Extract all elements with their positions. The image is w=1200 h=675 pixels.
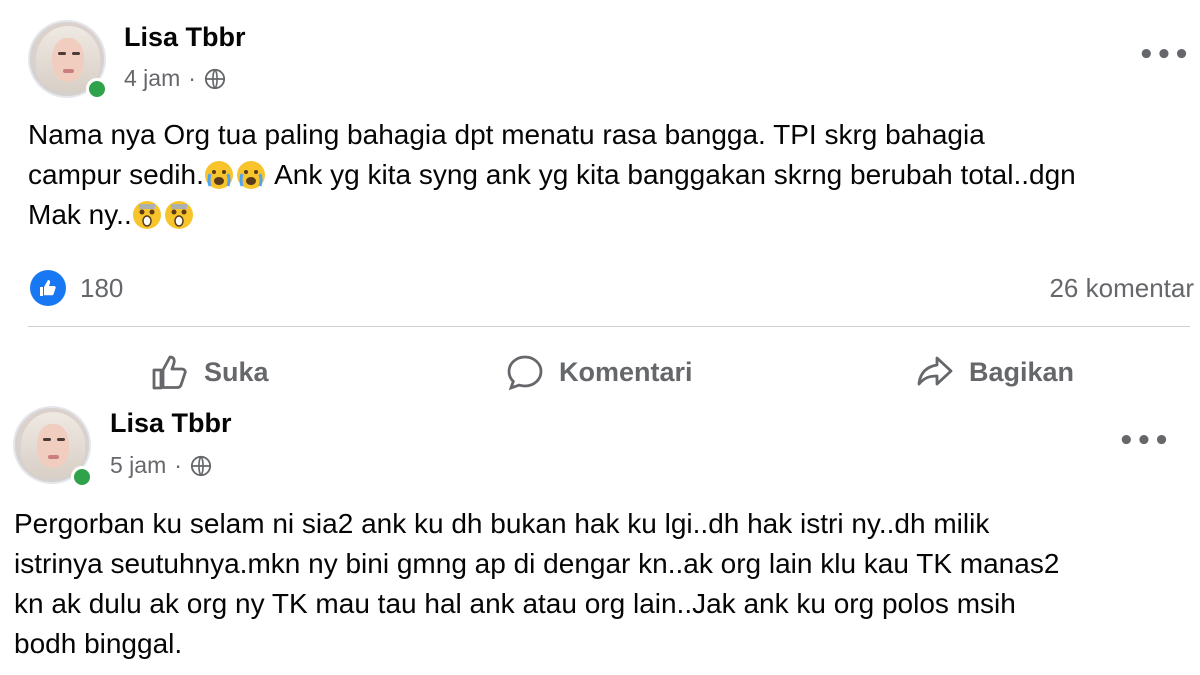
crying-face-icon [236,161,265,189]
post-line: campur sedih. Ank yg kita syng ank yg ki… [28,159,1076,190]
post-body: Pergorban ku selam ni sia2 ank ku dh buk… [14,504,1059,664]
like-count[interactable]: 180 [80,270,123,306]
fearful-face-icon [132,201,161,229]
more-options-button[interactable]: ••• [1138,40,1191,70]
post-line: kn ak dulu ak org ny TK mau tau hal ank … [14,588,1016,619]
post-line: bodh binggal. [14,628,183,659]
comment-button[interactable]: Komentari [505,352,693,392]
share-button[interactable]: Bagikan [915,352,1074,392]
like-button[interactable]: Suka [150,352,269,392]
fearful-face-icon [164,201,193,229]
post-1: Lisa Tbbr 4 jam · ••• Nama nya Org tua p… [0,0,1200,398]
globe-icon [204,68,226,89]
online-status-indicator [86,78,108,100]
post-body: Nama nya Org tua paling bahagia dpt mena… [28,115,1076,235]
author-name[interactable]: Lisa Tbbr [110,408,232,439]
thumbs-up-icon [152,355,187,390]
share-label: Bagikan [969,356,1075,387]
like-reaction-icon[interactable] [30,270,66,306]
like-label: Suka [204,356,269,387]
crying-face-icon [204,161,233,189]
post-meta: 5 jam · [110,452,212,479]
post-time[interactable]: 5 jam [110,452,166,479]
comment-label: Komentari [559,356,693,387]
post-line: Pergorban ku selam ni sia2 ank ku dh buk… [14,508,990,539]
author-name[interactable]: Lisa Tbbr [124,22,246,53]
post-2: Lisa Tbbr 5 jam · ••• Pergorban ku selam… [0,398,1200,675]
more-options-button[interactable]: ••• [1118,426,1171,456]
post-time[interactable]: 4 jam [124,65,180,92]
post-meta: 4 jam · [124,65,226,92]
share-icon [917,356,953,386]
avatar[interactable] [28,20,108,100]
comment-icon [507,355,543,391]
globe-icon [190,455,212,476]
post-line: Mak ny.. [28,195,1076,235]
avatar[interactable] [13,406,93,488]
comment-count[interactable]: 26 komentar [1049,270,1194,306]
divider [28,326,1190,327]
post-line: Nama nya Org tua paling bahagia dpt mena… [28,119,985,150]
online-status-indicator [71,466,93,488]
post-line: istrinya seutuhnya.mkn ny bini gmng ap d… [14,548,1060,579]
